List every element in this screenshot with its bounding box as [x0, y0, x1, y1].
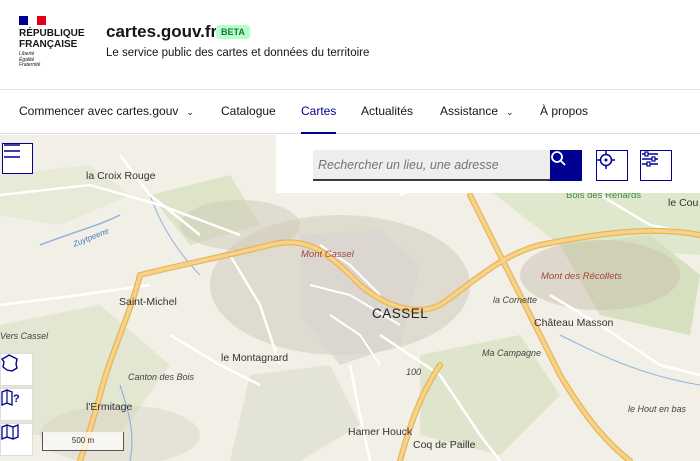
- nav-label: Cartes: [301, 104, 337, 118]
- nav-label: Commencer avec cartes.gouv: [19, 104, 179, 118]
- search-input[interactable]: [313, 150, 550, 181]
- nav-label: Actualités: [361, 104, 414, 118]
- republic-logo-text[interactable]: RÉPUBLIQUE FRANÇAISE: [19, 28, 85, 50]
- nav-label: Catalogue: [221, 104, 276, 118]
- chevron-down-icon: ⌄: [186, 107, 194, 117]
- nav-item-commencer[interactable]: Commencer avec cartes.gouv ⌄: [19, 90, 194, 134]
- map-view[interactable]: la Croix Rouge Zuytpeene Saint-Michel le…: [0, 135, 700, 461]
- search-icon: [551, 151, 566, 166]
- place-label: Château Masson: [534, 317, 614, 329]
- place-label: Coq de Paille: [413, 439, 476, 451]
- svg-text:?: ?: [13, 393, 20, 405]
- logo-line-1: RÉPUBLIQUE: [19, 28, 85, 39]
- devise-3: Fraternité: [19, 62, 41, 68]
- contour-label: 100: [406, 367, 422, 377]
- main-navigation: Commencer avec cartes.gouv ⌄ Catalogue Ca…: [0, 90, 700, 134]
- chevron-down-icon: ⌄: [506, 107, 514, 117]
- nav-item-assistance[interactable]: Assistance ⌄: [440, 90, 514, 134]
- menu-icon: [4, 144, 20, 158]
- crosshair-icon: [597, 151, 615, 169]
- place-label: la Croix Rouge: [86, 170, 156, 182]
- nav-label: À propos: [540, 104, 589, 118]
- search-button[interactable]: [550, 150, 582, 181]
- town-label: CASSEL: [372, 306, 429, 321]
- scale-bar: 500 m: [42, 432, 124, 451]
- site-tagline: Le service public des cartes et données …: [106, 47, 370, 59]
- place-label: le Cou: [668, 197, 699, 209]
- search-panel: [276, 135, 700, 193]
- place-label: Hamer Houck: [348, 426, 413, 438]
- france-icon: [1, 354, 18, 372]
- place-label: Ma Campagne: [482, 348, 542, 358]
- nav-label: Assistance: [440, 104, 499, 118]
- map-question-icon: ?: [1, 389, 20, 406]
- beta-badge: BETA: [216, 25, 250, 39]
- filters-button[interactable]: [640, 150, 672, 181]
- french-flag-logo: [19, 16, 46, 25]
- summit-label: Mont Cassel: [301, 249, 354, 260]
- place-label: le Hout en bas: [628, 404, 687, 414]
- place-label: Saint-Michel: [119, 296, 177, 308]
- place-label: le Montagnard: [221, 352, 289, 364]
- summit-label: Mont des Récollets: [541, 271, 622, 282]
- nav-item-cartes[interactable]: Cartes: [301, 90, 337, 134]
- territory-button[interactable]: [0, 353, 33, 386]
- devise: Liberté Égalité Fraternité: [19, 51, 41, 69]
- place-label: Vers Cassel: [0, 331, 49, 341]
- map-layers-button[interactable]: [0, 423, 33, 456]
- nav-item-catalogue[interactable]: Catalogue: [221, 90, 276, 134]
- map-icon: [1, 424, 19, 440]
- sliders-icon: [642, 151, 658, 167]
- nav-item-actualites[interactable]: Actualités: [361, 90, 413, 134]
- place-label: la Cornette: [493, 295, 538, 305]
- menu-button[interactable]: [2, 143, 33, 174]
- place-label: l'Ermitage: [86, 401, 133, 413]
- map-help-button[interactable]: ?: [0, 388, 33, 421]
- place-label: Canton des Bois: [128, 372, 195, 382]
- site-header: RÉPUBLIQUE FRANÇAISE Liberté Égalité Fra…: [0, 0, 700, 90]
- logo-line-2: FRANÇAISE: [19, 39, 78, 50]
- site-name-link[interactable]: cartes.gouv.fr: [106, 22, 217, 42]
- nav-item-a-propos[interactable]: À propos: [540, 90, 588, 134]
- geolocate-button[interactable]: [596, 150, 628, 181]
